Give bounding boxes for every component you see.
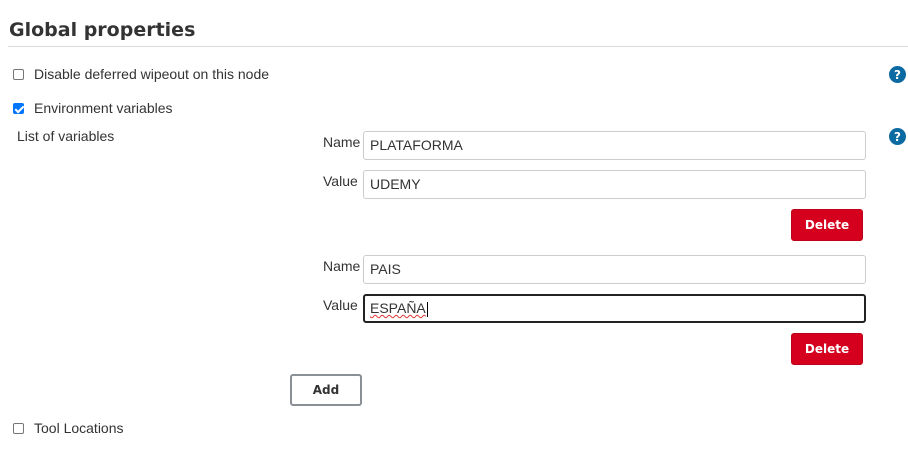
env-vars-option[interactable]: Environment variables [13,100,173,116]
add-variable-button[interactable]: Add [290,374,362,406]
variable-value-input-focused[interactable]: ESPAÑA [363,294,866,323]
disable-wipeout-label[interactable]: Disable deferred wipeout on this node [34,66,269,82]
tool-locations-option[interactable]: Tool Locations [13,420,124,436]
section-divider [8,46,908,47]
section-title: Global properties [9,19,196,41]
variable-value-input[interactable]: UDEMY [363,170,866,199]
disable-wipeout-checkbox[interactable] [13,68,24,80]
value-label: Value [323,173,358,189]
variable-name-input[interactable]: PAIS [363,255,866,284]
name-label: Name [323,134,361,150]
variable-value-text: ESPAÑA [370,300,426,316]
help-icon-env-vars[interactable]: ? [889,128,906,145]
tool-locations-checkbox[interactable] [13,422,24,434]
env-vars-label[interactable]: Environment variables [34,100,173,116]
name-label: Name [323,258,361,274]
disable-wipeout-option[interactable]: Disable deferred wipeout on this node [13,66,269,82]
delete-variable-button[interactable]: Delete [791,209,863,241]
text-caret [426,301,428,317]
tool-locations-label[interactable]: Tool Locations [34,420,124,436]
env-vars-checkbox[interactable] [13,102,24,114]
variable-name-input[interactable]: PLATAFORMA [363,131,866,160]
value-label: Value [323,297,358,313]
delete-variable-button[interactable]: Delete [791,333,863,365]
help-icon-wipeout[interactable]: ? [889,66,906,83]
list-of-variables-label: List of variables [17,128,115,144]
